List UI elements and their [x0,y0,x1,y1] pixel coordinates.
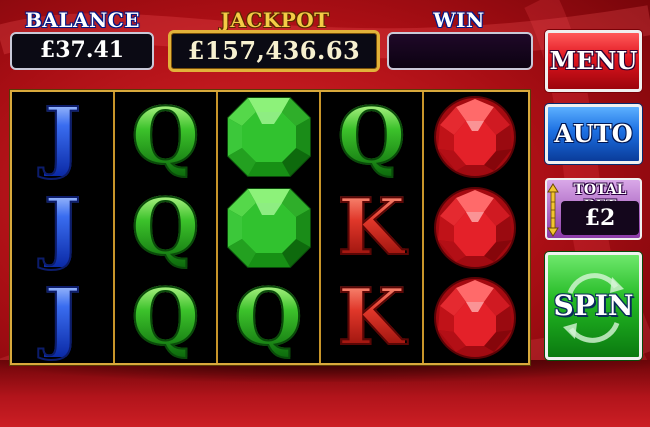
symbol-j: J [12,92,113,182]
spin-label: SPIN [553,289,634,322]
bet-adjust-arrows-icon[interactable] [547,182,559,238]
symbol-letter: Q [234,272,304,363]
symbol-k: K [321,273,422,363]
symbol-q: Q [321,92,422,182]
symbol-letter: Q [131,272,201,363]
jackpot-value: £157,436.63 [168,30,380,72]
symbol-q: Q [115,92,216,182]
symbol-letter: J [43,272,82,363]
win-value [387,32,533,70]
symbol-q: Q [218,273,319,363]
spin-button[interactable]: SPIN [545,252,642,360]
symbol-q: Q [115,183,216,273]
emerald-symbol-icon [218,183,319,273]
emerald-symbol-icon [218,92,319,182]
symbol-q: Q [115,273,216,363]
total-bet-value: £2 [561,201,639,235]
symbol-letter: J [43,91,82,182]
symbol-letter: K [337,182,407,273]
symbol-letter: Q [131,91,201,182]
ruby-symbol-icon [424,92,525,182]
jackpot-label: JACKPOT [220,8,330,32]
auto-button[interactable]: AUTO [545,104,642,164]
symbol-letter: K [337,272,407,363]
balance-label: BALANCE [25,8,140,32]
symbol-letter: J [43,182,82,273]
ruby-symbol-icon [424,273,525,363]
reel-1: JJJ [12,92,115,363]
symbol-letter: Q [131,182,201,273]
reel-2: QQQ [115,92,218,363]
symbol-j: J [12,273,113,363]
menu-button[interactable]: MENU [545,30,642,92]
reel-area: JJJQQQQQKK [10,90,530,365]
symbol-j: J [12,183,113,273]
balance-value: £37.41 [10,32,154,70]
ruby-symbol-icon [424,183,525,273]
reel-4: QKK [321,92,424,363]
total-bet-panel: TOTAL BET £2 [545,178,642,240]
symbol-letter: Q [337,91,407,182]
win-label: WIN [433,8,485,32]
reel-3: Q [218,92,321,363]
reel-5 [424,92,527,363]
symbol-k: K [321,183,422,273]
